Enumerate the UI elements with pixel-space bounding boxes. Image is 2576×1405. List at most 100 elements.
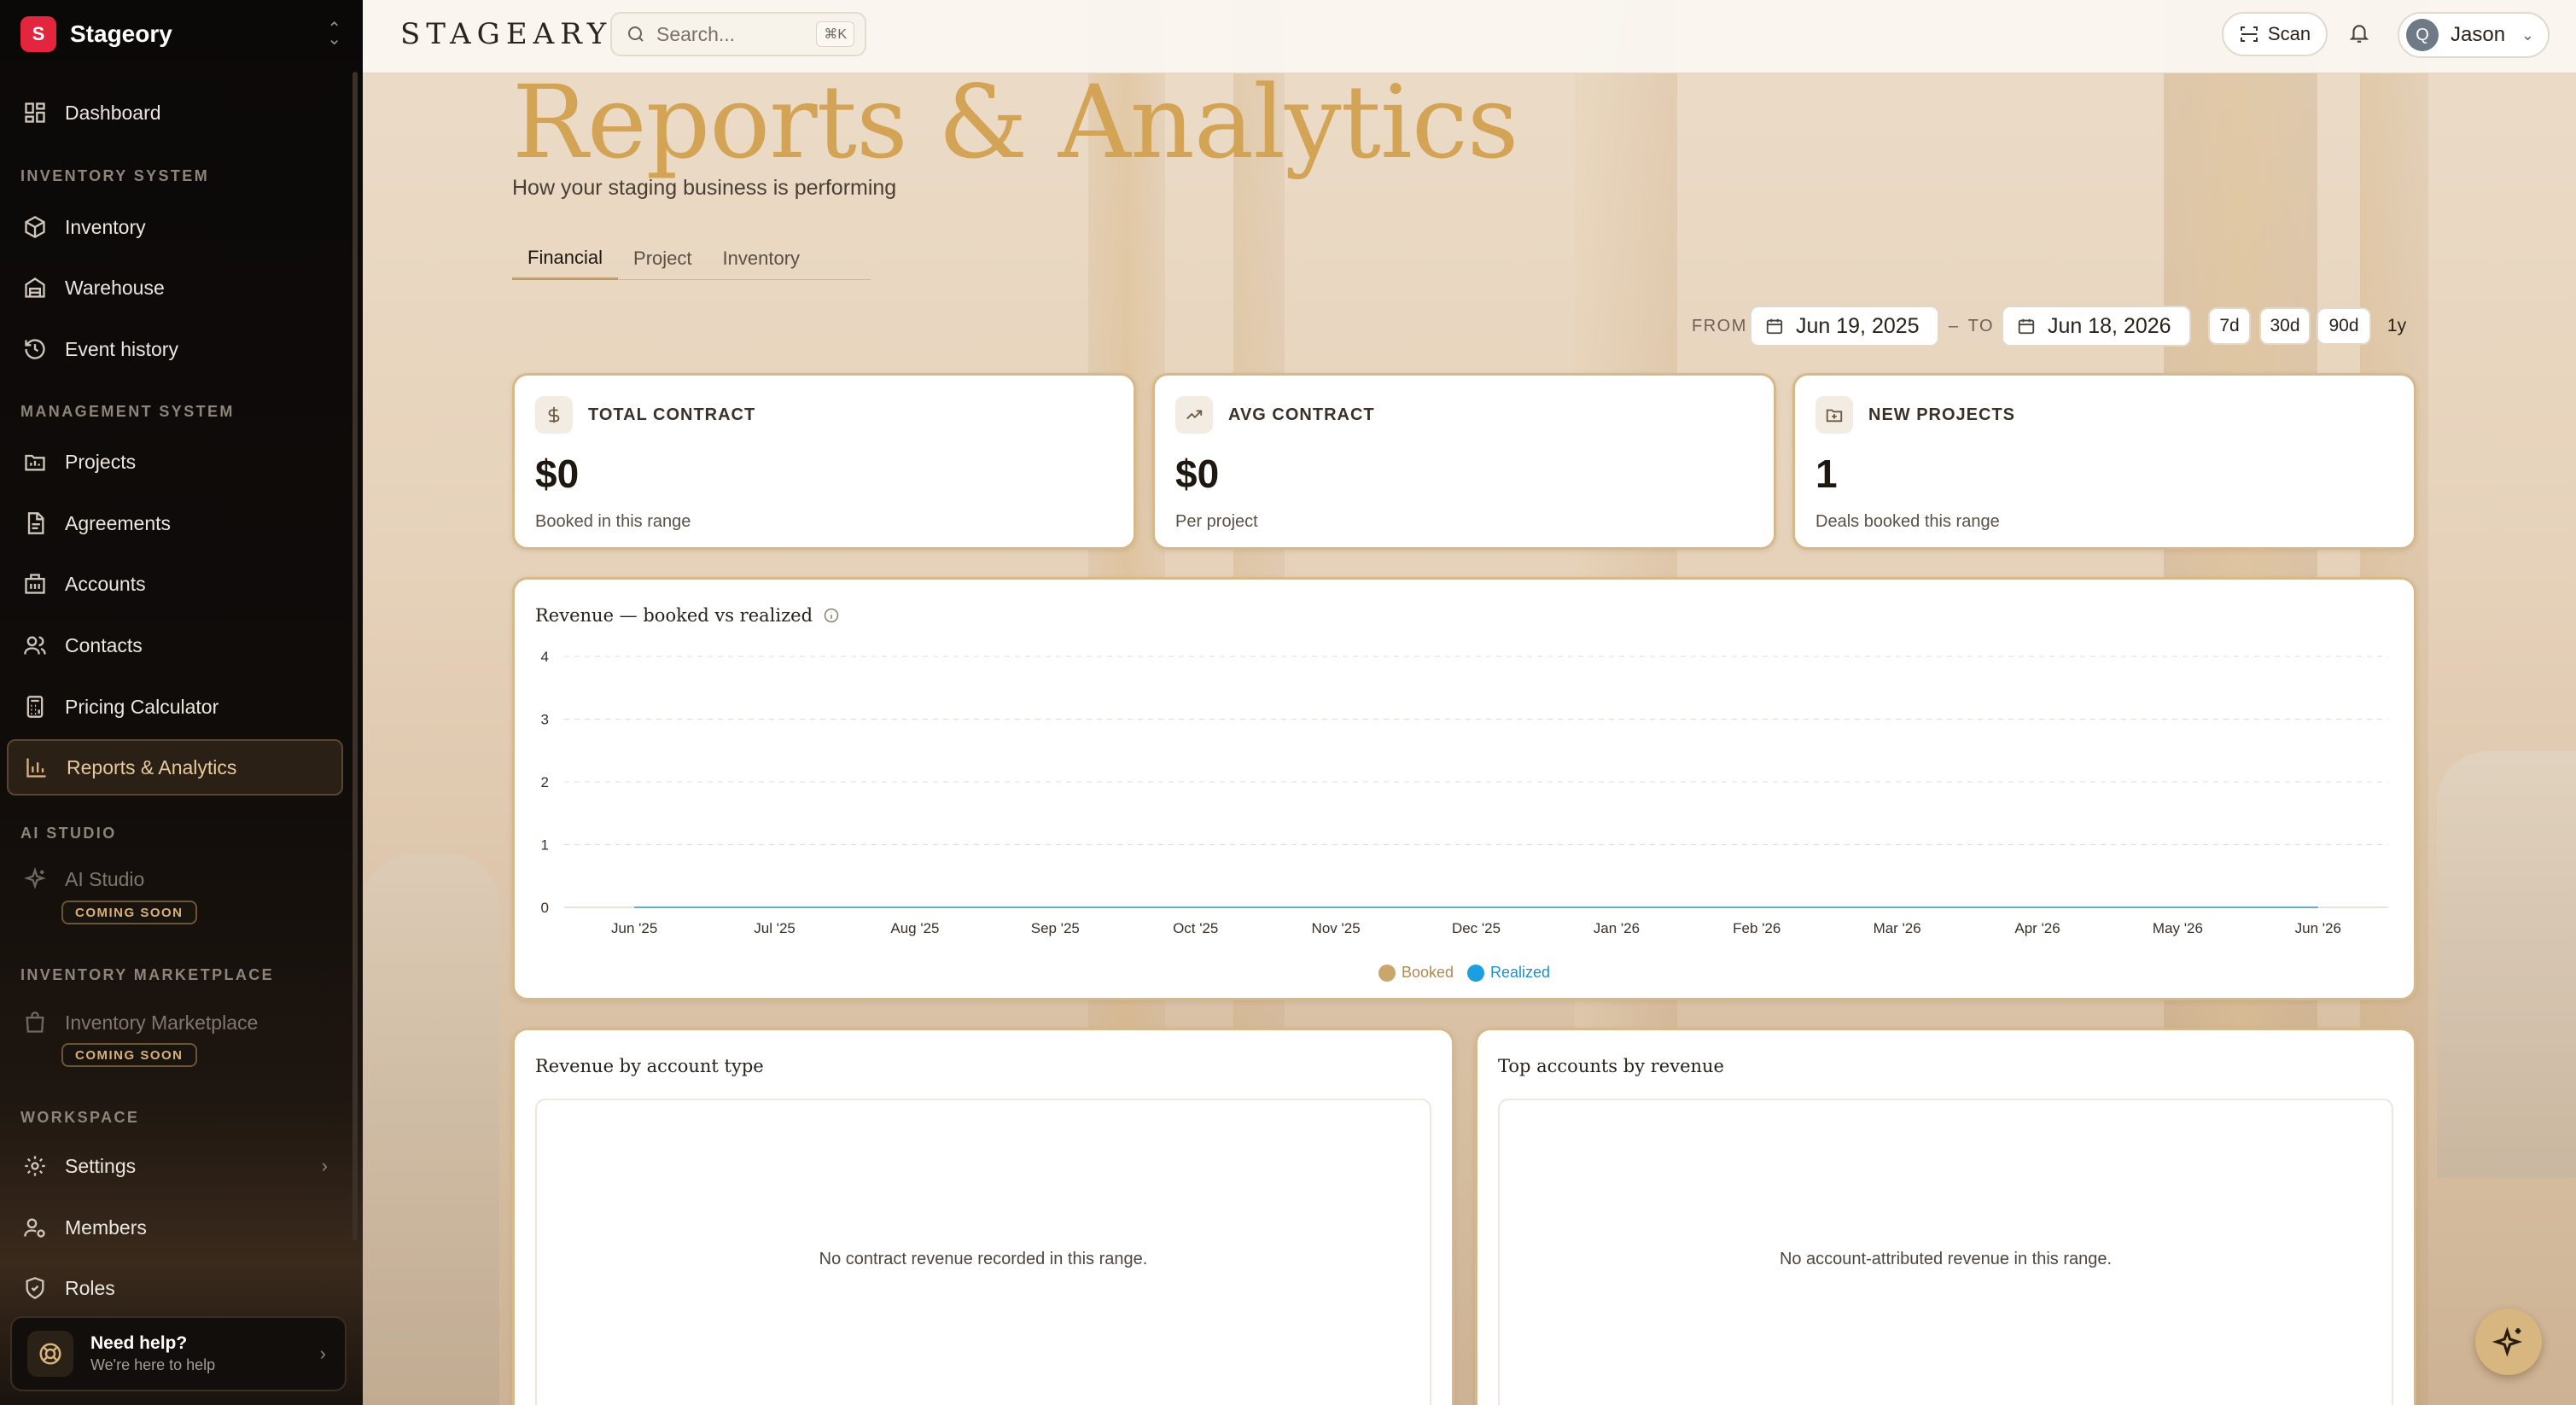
brand-logo: S <box>20 16 56 52</box>
sidebar-scrollbar[interactable] <box>353 72 358 1241</box>
x-tick-label: Apr '26 <box>2014 920 2060 936</box>
preset-90d[interactable]: 90d <box>2317 307 2371 345</box>
sidebar-item-label: Warehouse <box>65 276 165 299</box>
sidebar-item-settings[interactable]: Settings › <box>7 1139 343 1193</box>
sidebar-item-label: Settings <box>65 1154 137 1177</box>
legend-item-booked[interactable]: Booked <box>1378 964 1454 982</box>
user-menu-button[interactable]: Q Jason ⌄ <box>2398 12 2550 58</box>
search-box[interactable]: ⌘K <box>610 12 866 56</box>
sidebar-item-label: Agreements <box>65 511 172 534</box>
sidebar-item-dashboard[interactable]: Dashboard <box>7 85 343 140</box>
chevron-up-down-icon: ⌃ ⌄ <box>327 20 341 49</box>
range-to-label: – TO <box>1949 316 1995 335</box>
y-tick-label: 4 <box>541 649 549 665</box>
sidebar-item-ai-studio[interactable]: AI Studio <box>7 852 343 907</box>
sidebar-item-event-history[interactable]: Event history <box>7 322 343 376</box>
legend-swatch <box>1378 964 1396 982</box>
sidebar-item-label: Contacts <box>65 633 143 656</box>
section-label-workspace: WORKSPACE <box>20 1109 140 1126</box>
shortcut-hint: ⌘K <box>816 21 854 47</box>
sidebar-item-contacts[interactable]: Contacts <box>7 618 343 673</box>
sidebar-item-label: Projects <box>65 450 137 473</box>
sidebar-item-warehouse[interactable]: Warehouse <box>7 260 343 315</box>
calendar-icon <box>2018 318 2035 335</box>
scan-icon <box>2240 26 2258 42</box>
help-title: Need help? <box>90 1333 188 1353</box>
revenue-by-account-type-card: Revenue by account type No contract reve… <box>512 1028 1454 1405</box>
section-label-inventory-marketplace: INVENTORY MARKETPLACE <box>20 966 275 983</box>
date-from-value: Jun 19, 2025 <box>1796 313 1920 338</box>
chevron-right-icon: › <box>321 1155 328 1176</box>
kpi-value: $0 <box>1175 452 1220 496</box>
x-tick-label: Mar '26 <box>1874 920 1921 936</box>
sidebar-item-label: Accounts <box>65 572 146 595</box>
legend-label: Booked <box>1401 964 1454 981</box>
tab-project[interactable]: Project <box>618 237 707 280</box>
top-accounts-card: Top accounts by revenue No account-attri… <box>1475 1028 2416 1405</box>
building-icon <box>22 571 48 597</box>
kpi-label: NEW PROJECTS <box>1868 405 2016 424</box>
sidebar-item-roles[interactable]: Roles <box>7 1261 343 1315</box>
preset-30d[interactable]: 30d <box>2259 307 2311 345</box>
chevron-down-icon: ⌄ <box>2521 26 2534 44</box>
history-icon <box>22 336 48 362</box>
legend-item-realized[interactable]: Realized <box>1467 964 1550 982</box>
search-input[interactable] <box>656 22 810 46</box>
box-icon <box>22 214 48 240</box>
date-to-button[interactable]: Jun 18, 2026 <box>2002 306 2191 347</box>
dollar-icon <box>535 396 573 434</box>
tab-financial[interactable]: Financial <box>512 237 619 280</box>
sidebar-item-inventory-marketplace[interactable]: Inventory Marketplace <box>7 995 343 1050</box>
preset-7d[interactable]: 7d <box>2208 307 2251 345</box>
sidebar-item-reports-analytics[interactable]: Reports & Analytics <box>7 739 343 796</box>
x-tick-label: Sep '25 <box>1031 920 1080 936</box>
user-name: Jason <box>2451 23 2506 46</box>
search-icon <box>628 26 644 42</box>
kpi-card-total-contract: TOTAL CONTRACT $0 Booked in this range <box>512 373 1136 550</box>
scan-button[interactable]: Scan <box>2222 12 2328 56</box>
x-tick-label: Oct '25 <box>1173 920 1218 936</box>
sidebar-item-members[interactable]: Members <box>7 1200 343 1255</box>
chart-legend: Booked Realized <box>515 964 2414 982</box>
sidebar-item-pricing-calculator[interactable]: Pricing Calculator <box>7 679 343 734</box>
ai-assistant-button[interactable] <box>2475 1309 2542 1375</box>
grid-icon <box>22 100 48 125</box>
sidebar-item-accounts[interactable]: Accounts <box>7 557 343 611</box>
revenue-chart-card: Revenue — booked vs realized 0 1 2 3 4 Jun '2… <box>512 577 2416 1000</box>
calendar-icon <box>1766 318 1783 335</box>
folder-chart-icon <box>22 449 48 475</box>
report-tabs: Financial Project Inventory <box>512 237 815 280</box>
panel-title: Top accounts by revenue <box>1498 1056 1724 1076</box>
date-from-button[interactable]: Jun 19, 2025 <box>1750 306 1939 347</box>
shopping-bag-icon <box>22 1010 48 1035</box>
range-from-label: FROM <box>1692 316 1747 335</box>
folder-plus-icon <box>1815 396 1853 434</box>
x-tick-label: Jun '25 <box>611 920 657 936</box>
sparkles-icon <box>22 866 48 892</box>
preset-1y[interactable]: 1y <box>2378 307 2416 345</box>
sidebar-item-projects[interactable]: Projects <box>7 434 343 489</box>
sidebar-item-label: Reports & Analytics <box>67 755 237 778</box>
legend-swatch <box>1467 964 1484 982</box>
date-to-value: Jun 18, 2026 <box>2048 313 2171 338</box>
help-card[interactable]: Need help? We're here to help › <box>10 1316 347 1391</box>
section-label-ai-studio: AI STUDIO <box>20 825 117 842</box>
sparkles-icon <box>2492 1326 2523 1357</box>
sidebar-item-inventory[interactable]: Inventory <box>7 200 343 254</box>
coming-soon-badge: COMING SOON <box>61 1043 197 1067</box>
sidebar-item-label: Members <box>65 1216 147 1239</box>
tab-inventory[interactable]: Inventory <box>708 237 816 280</box>
kpi-note: Booked in this range <box>535 512 691 531</box>
sidebar: S Stageory ⌃ ⌄ Dashboard INVENTORY SYSTEM… <box>0 0 363 1405</box>
x-tick-label: Feb '26 <box>1733 920 1780 936</box>
bar-chart-icon <box>24 755 50 780</box>
empty-state-text: No account-attributed revenue in this ra… <box>1779 1250 2113 1268</box>
workspace-switcher[interactable]: S Stageory ⌃ ⌄ <box>20 16 341 52</box>
user-cog-icon <box>22 1215 48 1240</box>
coming-soon-badge: COMING SOON <box>61 901 197 924</box>
sidebar-item-label: Pricing Calculator <box>65 695 219 718</box>
sidebar-item-agreements[interactable]: Agreements <box>7 496 343 551</box>
kpi-value: $0 <box>535 452 580 496</box>
notifications-button[interactable] <box>2348 22 2372 46</box>
kpi-note: Per project <box>1175 512 1258 531</box>
